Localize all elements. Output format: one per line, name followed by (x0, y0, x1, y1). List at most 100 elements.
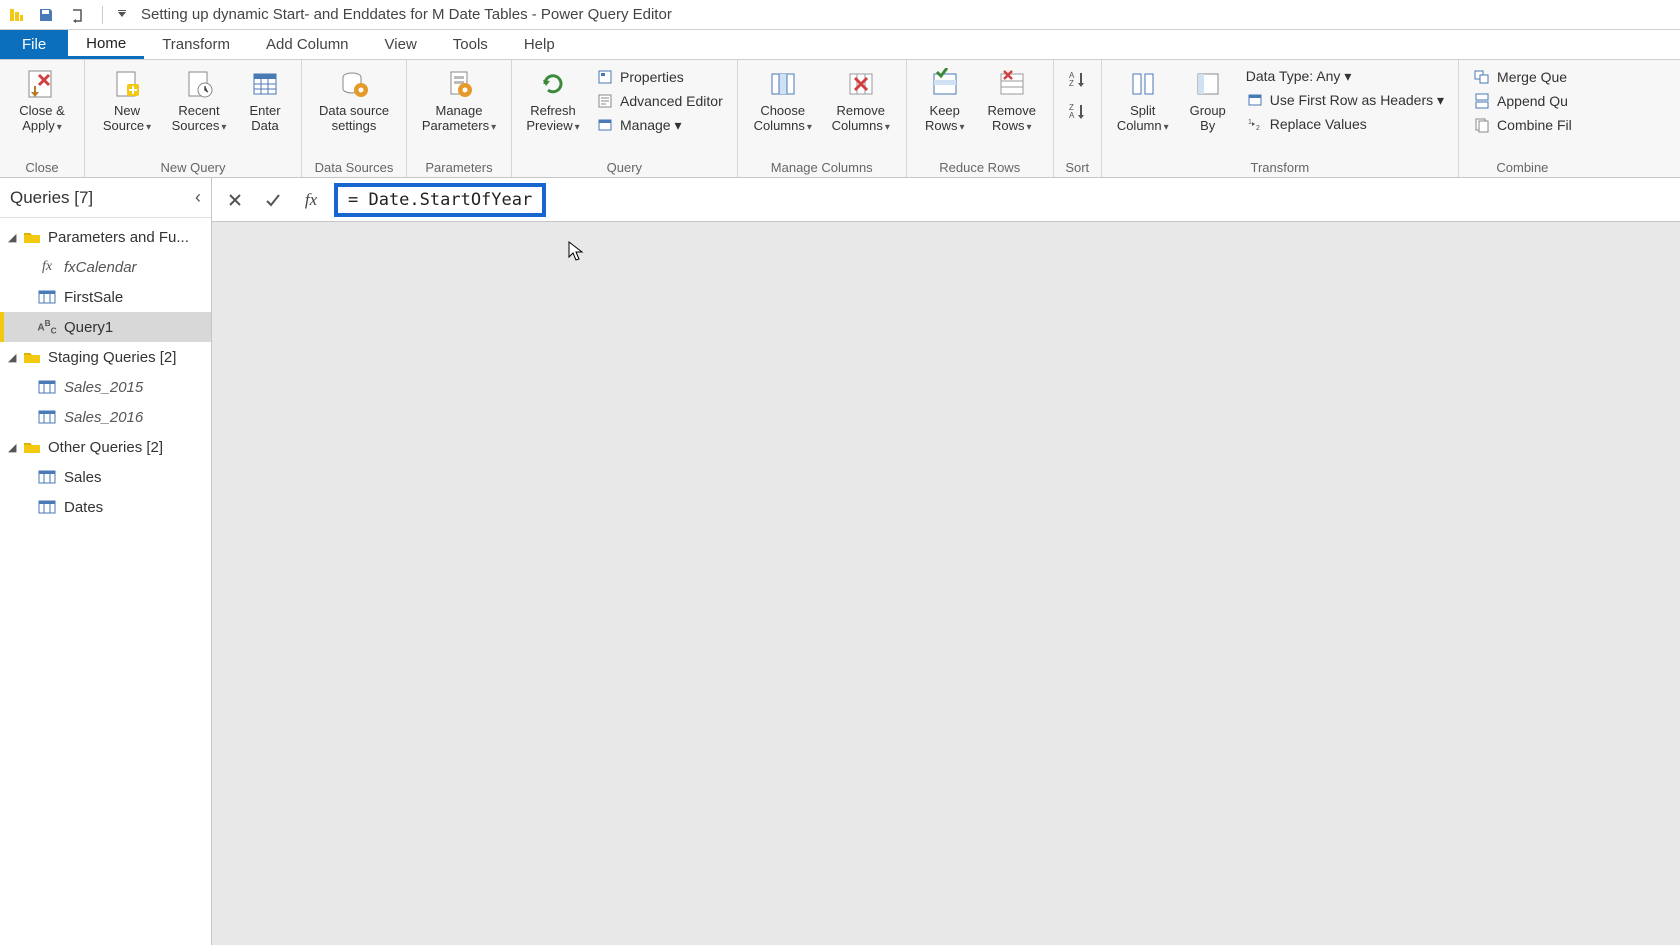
tab-help[interactable]: Help (506, 30, 573, 59)
tab-tools[interactable]: Tools (435, 30, 506, 59)
group-transform: SplitColumn▾ GroupBy Data Type: Any ▾ Us… (1102, 60, 1459, 177)
main-area: fx = Date.StartOfYear (212, 178, 1680, 945)
enter-data-button[interactable]: EnterData (237, 64, 293, 136)
choose-columns-label: ChooseColumns▾ (754, 104, 812, 134)
collapse-queries-button[interactable]: ‹ (195, 187, 201, 208)
svg-text:Z: Z (1069, 79, 1074, 88)
undo-button[interactable] (66, 3, 90, 27)
queries-header: Queries [7] ‹ (0, 178, 211, 218)
group-by-button[interactable]: GroupBy (1180, 64, 1236, 136)
refresh-preview-label: RefreshPreview▾ (526, 104, 579, 134)
group-query: RefreshPreview▾ Properties Advanced Edit… (512, 60, 738, 177)
merge-icon (1473, 68, 1491, 86)
remove-columns-label: RemoveColumns▾ (832, 104, 890, 134)
group-transform-label: Transform (1110, 158, 1450, 175)
tab-add-column[interactable]: Add Column (248, 30, 367, 59)
group-sort-label: Sort (1062, 158, 1093, 175)
tree-item-label: Sales_2016 (64, 409, 143, 426)
new-source-button[interactable]: NewSource▾ (93, 64, 161, 136)
tree-item-label: Sales_2015 (64, 379, 143, 396)
remove-rows-icon (994, 66, 1030, 102)
tree-item-label: fxCalendar (64, 259, 137, 276)
tree-item[interactable]: Sales_2015 (0, 372, 211, 402)
properties-button[interactable]: Properties (590, 66, 729, 88)
group-parameters-label: Parameters (415, 158, 503, 175)
split-column-button[interactable]: SplitColumn▾ (1110, 64, 1176, 136)
qat-dropdown[interactable] (115, 3, 129, 27)
cancel-formula-button[interactable] (220, 185, 250, 215)
remove-columns-icon (843, 66, 879, 102)
append-queries-button[interactable]: Append Qu (1467, 90, 1578, 112)
fx-button[interactable]: fx (296, 185, 326, 215)
new-source-label: NewSource▾ (103, 104, 151, 134)
tab-home[interactable]: Home (68, 30, 144, 59)
remove-columns-button[interactable]: RemoveColumns▾ (824, 64, 898, 136)
keep-rows-icon (927, 66, 963, 102)
tree-folder-label: Staging Queries [2] (48, 349, 176, 366)
sort-desc-button[interactable]: ZA (1062, 96, 1092, 126)
group-data-sources: Data sourcesettings Data Sources (302, 60, 407, 177)
sort-asc-button[interactable]: AZ (1062, 64, 1092, 94)
manage-parameters-label: ManageParameters▾ (422, 104, 496, 134)
properties-icon (596, 68, 614, 86)
manage-label: Manage ▾ (620, 117, 682, 134)
remove-rows-button[interactable]: RemoveRows▾ (979, 64, 1045, 136)
advanced-editor-button[interactable]: Advanced Editor (590, 90, 729, 112)
tree-item-label: Dates (64, 499, 103, 516)
group-new-query-label: New Query (93, 158, 293, 175)
recent-sources-button[interactable]: RecentSources▾ (165, 64, 233, 136)
group-new-query: NewSource▾ RecentSources▾ EnterData New … (85, 60, 302, 177)
tree-item[interactable]: Sales (0, 462, 211, 492)
tree-folder[interactable]: ◢Staging Queries [2] (0, 342, 211, 372)
ribbon-tabs: File Home Transform Add Column View Tool… (0, 30, 1680, 60)
qat-separator (102, 6, 103, 24)
group-manage-columns-label: Manage Columns (746, 158, 898, 175)
close-apply-button[interactable]: Close &Apply▾ (8, 64, 76, 136)
formula-input[interactable]: = Date.StartOfYear (334, 183, 546, 217)
query-type-icon (36, 408, 58, 426)
formula-bar: fx = Date.StartOfYear (212, 178, 1680, 222)
tree-folder[interactable]: ◢Parameters and Fu... (0, 222, 211, 252)
tree-item[interactable]: fx fxCalendar (0, 252, 211, 282)
split-column-label: SplitColumn▾ (1117, 104, 1169, 134)
data-source-settings-button[interactable]: Data sourcesettings (310, 64, 398, 136)
combine-files-label: Combine Fil (1497, 117, 1572, 133)
data-type-button[interactable]: Data Type: Any ▾ (1240, 66, 1450, 87)
group-reduce-rows: KeepRows▾ RemoveRows▾ Reduce Rows (907, 60, 1054, 177)
refresh-preview-button[interactable]: RefreshPreview▾ (520, 64, 586, 136)
remove-rows-label: RemoveRows▾ (988, 104, 1036, 134)
split-column-icon (1125, 66, 1161, 102)
group-combine: Merge Que Append Qu Combine Fil Combine (1459, 60, 1586, 177)
combine-files-button[interactable]: Combine Fil (1467, 114, 1578, 136)
manage-parameters-button[interactable]: ManageParameters▾ (415, 64, 503, 136)
new-source-icon (109, 66, 145, 102)
choose-columns-button[interactable]: ChooseColumns▾ (746, 64, 820, 136)
data-source-settings-icon (336, 66, 372, 102)
advanced-editor-label: Advanced Editor (620, 93, 723, 109)
tree-item-label: FirstSale (64, 289, 123, 306)
tab-view[interactable]: View (367, 30, 435, 59)
svg-text:1: 1 (1248, 119, 1252, 126)
manage-button[interactable]: Manage ▾ (590, 114, 729, 136)
merge-queries-label: Merge Que (1497, 69, 1567, 85)
merge-queries-button[interactable]: Merge Que (1467, 66, 1578, 88)
keep-rows-button[interactable]: KeepRows▾ (915, 64, 975, 136)
first-row-headers-button[interactable]: Use First Row as Headers ▾ (1240, 89, 1450, 111)
query-type-icon: fx (36, 258, 58, 276)
tree-folder[interactable]: ◢Other Queries [2] (0, 432, 211, 462)
tree-item[interactable]: Dates (0, 492, 211, 522)
ribbon: Close &Apply▾ Close NewSource▾ RecentSou… (0, 60, 1680, 178)
enter-data-label: EnterData (249, 104, 280, 134)
recent-sources-icon (181, 66, 217, 102)
tree-item[interactable]: FirstSale (0, 282, 211, 312)
confirm-formula-button[interactable] (258, 185, 288, 215)
group-manage-columns: ChooseColumns▾ RemoveColumns▾ Manage Col… (738, 60, 907, 177)
tree-item[interactable]: Sales_2016 (0, 402, 211, 432)
replace-values-button[interactable]: 12 Replace Values (1240, 113, 1450, 135)
tab-transform[interactable]: Transform (144, 30, 248, 59)
tab-file[interactable]: File (0, 30, 68, 59)
save-button[interactable] (34, 3, 58, 27)
group-by-label: GroupBy (1190, 104, 1226, 134)
preview-canvas (212, 222, 1680, 945)
tree-item[interactable]: ABCQuery1 (0, 312, 211, 342)
